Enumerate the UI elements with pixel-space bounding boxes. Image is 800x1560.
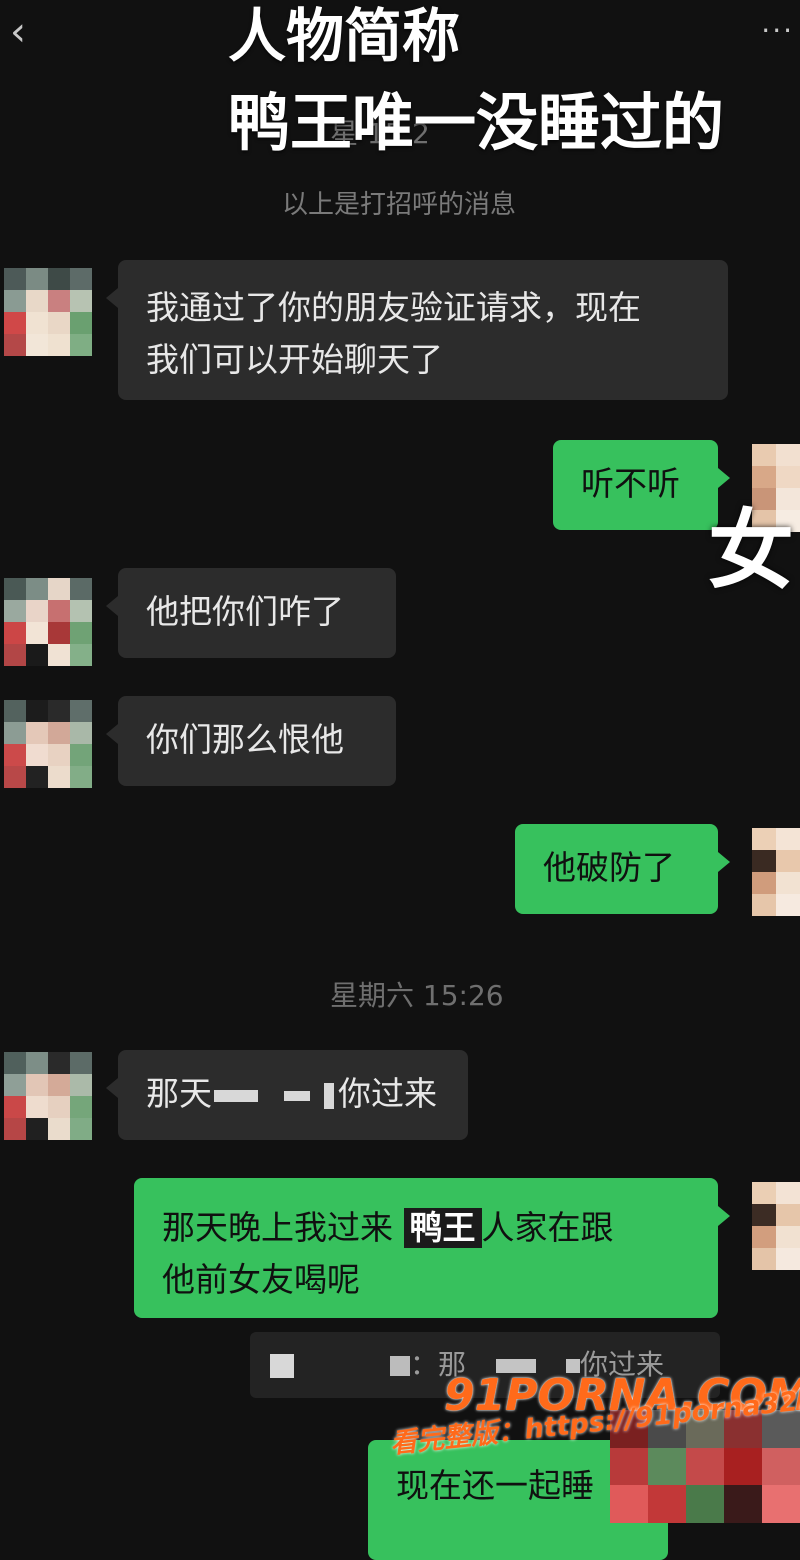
message-bubble-incoming[interactable]: 你们那么恨他: [106, 696, 396, 786]
message-text: 现在还一起睡: [396, 1466, 594, 1505]
censor-label: 鸭王: [403, 1208, 482, 1248]
contact-avatar[interactable]: [4, 578, 92, 666]
overlay-title-line2: 鸭王唯一没睡过的: [228, 86, 725, 159]
message-bubble-incoming[interactable]: 那天 你过来: [106, 1050, 468, 1140]
message-text: 他破防了: [543, 848, 675, 887]
message-bubble-outgoing[interactable]: 他破防了: [515, 824, 730, 914]
contact-avatar[interactable]: [4, 268, 92, 356]
message-text: 你们那么恨他: [146, 720, 344, 759]
chat-timestamp: 星期六 15:26: [330, 979, 504, 1012]
my-avatar[interactable]: [752, 1182, 800, 1270]
censor-block: [324, 1082, 334, 1109]
message-text: 那天晚上我过来: [162, 1208, 393, 1247]
overlay-title-line1: 人物简称: [228, 2, 461, 70]
back-chevron-icon[interactable]: ‹: [10, 12, 50, 52]
message-text: 我通过了你的朋友验证请求，现在: [146, 288, 641, 327]
my-avatar[interactable]: [752, 828, 800, 916]
censor-block: [284, 1090, 310, 1101]
censor-block: [214, 1089, 258, 1102]
contact-avatar[interactable]: [4, 700, 92, 788]
overlay-label-nu: 女: [708, 501, 794, 601]
message-bubble-incoming[interactable]: 他把你们咋了: [106, 568, 396, 658]
more-options-icon[interactable]: ···: [761, 14, 794, 47]
message-text: 听不听: [581, 464, 680, 503]
message-text: 那天: [146, 1074, 212, 1113]
message-text: 人家在跟: [481, 1208, 614, 1247]
censor-block: [270, 1354, 294, 1378]
message-text: 我们可以开始聊天了: [146, 340, 443, 379]
message-text: 他前女友喝呢: [162, 1260, 360, 1299]
message-text: 他把你们咋了: [146, 592, 344, 631]
censor-block: [390, 1356, 410, 1376]
message-bubble-incoming[interactable]: 我通过了你的朋友验证请求，现在 我们可以开始聊天了: [106, 260, 728, 400]
message-bubble-outgoing[interactable]: 听不听: [553, 440, 730, 530]
system-notice: 以上是打招呼的消息: [282, 190, 517, 220]
contact-avatar[interactable]: [4, 1052, 92, 1140]
message-bubble-outgoing[interactable]: 那天晚上我过来 鸭王 人家在跟 他前女友喝呢: [134, 1178, 730, 1318]
message-text: 你过来: [338, 1074, 437, 1113]
